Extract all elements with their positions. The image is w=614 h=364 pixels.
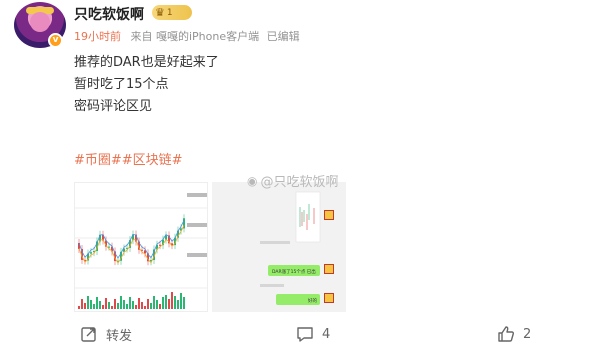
chat-screenshot-thumbnail: DAR涨了15个点 已出 好的 bbox=[212, 182, 346, 312]
like-button[interactable]: 2 bbox=[497, 322, 531, 346]
volume-bar bbox=[144, 306, 146, 309]
chat-bubble-text: 好的 bbox=[308, 297, 317, 304]
volume-bar bbox=[135, 305, 137, 309]
volume-bar bbox=[102, 305, 104, 309]
volume-bar bbox=[141, 302, 143, 309]
candlestick-thumbnail bbox=[75, 193, 207, 309]
comment-count: 4 bbox=[322, 326, 331, 342]
volume-bar bbox=[171, 292, 173, 309]
volume-bar bbox=[126, 304, 128, 309]
post-line: 推荐的DAR也是好起来了 bbox=[74, 55, 219, 70]
volume-bar bbox=[105, 298, 107, 309]
volume-bar bbox=[147, 299, 149, 309]
post-image-chart[interactable] bbox=[74, 182, 208, 312]
volume-bar bbox=[108, 302, 110, 309]
action-bar: 转发 4 2 bbox=[0, 322, 614, 346]
username[interactable]: 只吃软饭啊 bbox=[74, 4, 144, 24]
crown-icon: ♛ bbox=[155, 6, 165, 19]
chat-bubble-text: DAR涨了15个点 已出 bbox=[272, 268, 316, 275]
volume-bar bbox=[84, 303, 86, 309]
volume-bar bbox=[93, 304, 95, 309]
volume-bar bbox=[153, 296, 155, 309]
volume-bar bbox=[159, 304, 161, 309]
verified-badge-icon: v bbox=[48, 33, 63, 48]
volume-bar bbox=[150, 303, 152, 309]
volume-bar bbox=[96, 297, 98, 309]
volume-bar bbox=[132, 301, 134, 309]
post-line: 密码评论区见 bbox=[74, 99, 153, 114]
volume-bar bbox=[117, 303, 119, 309]
post-source: 来自 嘎嘎的iPhone客户端 bbox=[130, 30, 260, 43]
volume-bar bbox=[162, 297, 164, 309]
volume-bar bbox=[78, 306, 80, 309]
post-meta: 19小时前 来自 嘎嘎的iPhone客户端 已编辑 bbox=[74, 28, 300, 44]
edited-label[interactable]: 已编辑 bbox=[267, 30, 300, 43]
volume-bar bbox=[129, 297, 131, 309]
volume-bar bbox=[183, 297, 185, 309]
like-count: 2 bbox=[523, 326, 532, 342]
thumbs-up-icon bbox=[498, 326, 514, 342]
post-image-chat[interactable]: DAR涨了15个点 已出 好的 bbox=[212, 182, 346, 312]
volume-bar bbox=[87, 296, 89, 309]
repost-button[interactable]: 转发 bbox=[80, 322, 132, 346]
volume-bar bbox=[177, 300, 179, 309]
volume-bar bbox=[111, 306, 113, 309]
volume-bar bbox=[156, 300, 158, 309]
volume-bar bbox=[120, 296, 122, 309]
weibo-icon: ◉ bbox=[247, 173, 258, 188]
post-tags[interactable]: #币圈##区块链# bbox=[74, 149, 183, 168]
image-watermark: ◉ @只吃软饭啊 bbox=[247, 171, 339, 191]
watermark-text: @只吃软饭啊 bbox=[260, 175, 339, 190]
repost-icon bbox=[81, 327, 96, 342]
level-number: 1 bbox=[166, 7, 173, 18]
volume-bar bbox=[174, 296, 176, 309]
volume-bar bbox=[90, 300, 92, 309]
volume-bar bbox=[123, 300, 125, 309]
volume-bar bbox=[99, 301, 101, 309]
volume-bar bbox=[180, 293, 182, 309]
post-line: 暂时吃了15个点 bbox=[74, 77, 169, 92]
volume-bar bbox=[114, 299, 116, 309]
post-time[interactable]: 19小时前 bbox=[74, 30, 121, 43]
post-text: 推荐的DAR也是好起来了 暂时吃了15个点 密码评论区见 bbox=[74, 52, 219, 118]
candle-body bbox=[159, 244, 161, 246]
comment-button[interactable]: 4 bbox=[296, 322, 330, 346]
volume-bar bbox=[165, 295, 167, 309]
comment-icon bbox=[297, 327, 313, 342]
volume-bar bbox=[138, 298, 140, 309]
member-level-badge[interactable]: ♛ 1 bbox=[152, 5, 192, 20]
chat-image-bubble bbox=[295, 191, 321, 243]
repost-label: 转发 bbox=[106, 328, 133, 344]
volume-bar bbox=[81, 299, 83, 309]
candle-body bbox=[90, 252, 92, 254]
volume-bar bbox=[168, 299, 170, 309]
